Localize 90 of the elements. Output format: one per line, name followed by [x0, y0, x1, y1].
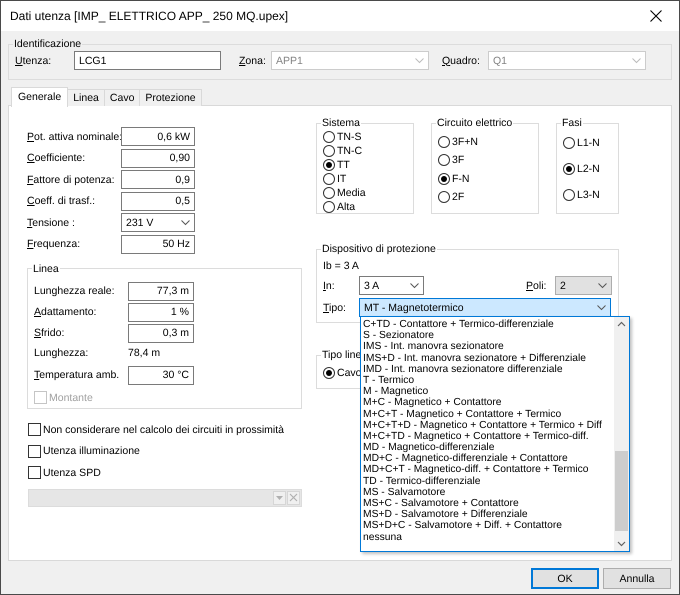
dropdown-option[interactable]: C+TD - Contattore + Termico-differenziale	[363, 319, 614, 330]
dropdown-option[interactable]: M+C+T - Magnetico + Contattore + Termico	[363, 408, 614, 420]
dropdown[interactable]: 2	[555, 276, 612, 295]
input-field[interactable]: 1 %	[128, 302, 194, 322]
chevron-down-icon	[415, 58, 424, 64]
scrollbar[interactable]	[614, 317, 629, 551]
field-label: Tipo:	[323, 302, 346, 314]
dropdown-option[interactable]: MD+C - Magnetico-differenziale + Contattore	[363, 453, 614, 464]
radio-button[interactable]: L3-N	[563, 188, 600, 202]
field-label: Quadro:	[442, 54, 480, 66]
group-title: Fasi	[561, 117, 583, 129]
field-label: Pot. attiva nominale:	[27, 130, 122, 142]
dropdown[interactable]: MT - Magnetotermico	[359, 298, 611, 317]
field-label: Utenza:	[15, 54, 52, 66]
checkbox[interactable]: Utenza illuminazione	[28, 444, 140, 458]
radio-button[interactable]: TN-S	[323, 130, 362, 144]
dropdown-option[interactable]: S - Sezionatore	[363, 330, 614, 342]
dropdown-option[interactable]: M - Magnetico	[363, 386, 614, 398]
tab[interactable]: Cavo	[104, 89, 140, 106]
group-title: Circuito elettrico	[436, 117, 514, 129]
input-field[interactable]: 0,3 m	[128, 324, 194, 343]
input-field[interactable]: 0,9	[121, 170, 195, 190]
input-field[interactable]: 0,90	[121, 148, 195, 168]
radio-button[interactable]: IT	[323, 172, 346, 186]
tab[interactable]: Generale	[11, 87, 68, 107]
tab[interactable]: Protezione	[139, 89, 202, 106]
chevron-down-icon	[632, 58, 641, 64]
input-field[interactable]: 30 °C	[128, 366, 194, 385]
radio-button[interactable]: Media	[323, 186, 366, 200]
field-label: In:	[323, 280, 335, 292]
dropdown-option[interactable]: IMS+D - Int. manovra sezionatore + Differenziale	[363, 352, 614, 364]
dialog-button[interactable]: Annulla	[603, 568, 671, 589]
tab[interactable]: Linea	[67, 89, 105, 106]
input-field[interactable]: 0,6 kW	[121, 127, 195, 146]
dropdown[interactable]: 3 A	[359, 276, 424, 295]
input-field[interactable]: 50 Hz	[121, 234, 195, 254]
dropdown-option[interactable]: M+C - Magnetico + Contattore	[363, 397, 614, 408]
dropdown-option[interactable]: MS - Salvamotore	[363, 486, 614, 498]
dropdown-option[interactable]: IMS - Int. manovra sezionatore	[363, 341, 614, 353]
group-title: Sistema	[321, 117, 361, 129]
radio-button[interactable]: Alta	[323, 200, 356, 214]
radio-button[interactable]: 3F	[438, 153, 464, 168]
field-label: Poli:	[526, 280, 546, 292]
radio-button[interactable]: 3F+N	[438, 135, 478, 149]
dropdown-option[interactable]: M+C+TD - Magnetico + Contattore + Termico-diff.	[363, 430, 614, 442]
dropdown-option[interactable]: IMD - Int. manovra sezionatore differenziale	[363, 364, 614, 375]
radio-button[interactable]: TN-C	[323, 144, 362, 158]
group-title: Dispositivo di protezione	[321, 243, 437, 255]
dropdown-option[interactable]: MS+D+C - Salvamotore + Diff. + Contattore	[363, 520, 614, 532]
field-label: Tensione :	[27, 216, 75, 229]
field-label: Temperatura amb.	[34, 369, 120, 382]
close-icon[interactable]	[650, 10, 662, 22]
input-field[interactable]: 77,3 m	[128, 282, 194, 301]
field-label: Fattore di potenza:	[27, 174, 115, 186]
radio-button[interactable]: L1-N	[563, 136, 600, 150]
input-field[interactable]: LCG1	[74, 51, 221, 70]
dropdown-option[interactable]: MD+C+T - Magnetico-diff. + Contattore + Termico	[363, 464, 614, 476]
radio-button[interactable]: 2F	[438, 190, 464, 204]
dropdown-option[interactable]: nessuna	[363, 532, 614, 543]
radio-button[interactable]: F-N	[438, 172, 470, 186]
field-label: Coefficiente:	[27, 152, 86, 164]
dialog-button[interactable]: OK	[531, 568, 599, 589]
dropdown-option[interactable]: M+C+T+D - Magnetico + Contattore + Termico + Diff	[363, 420, 614, 431]
group-title: Identificazione	[13, 38, 82, 50]
window-title: Dati utenza [IMP_ ELETTRICO APP_ 250 MQ.upex]	[10, 9, 290, 23]
dropdown-option[interactable]: MS+D - Salvamotore + Differenziale	[363, 509, 614, 520]
dropdown-option[interactable]: T - Termico	[363, 374, 614, 386]
chevron-down-icon	[181, 220, 190, 226]
chevron-down-icon	[597, 304, 606, 310]
field-value: 78,4 m	[128, 346, 160, 359]
field-label: Lunghezza reale:	[34, 285, 115, 298]
checkbox[interactable]: Utenza SPD	[28, 466, 101, 480]
input-field[interactable]: 0,5	[121, 192, 195, 211]
field-label: Lunghezza:	[34, 346, 88, 359]
dropdown-option[interactable]: MD - Magnetico-differenziale	[363, 442, 614, 454]
field-label: Sfrido:	[34, 327, 64, 340]
current-readout: Ib = 3 A	[323, 260, 360, 272]
field-label: Zona:	[239, 54, 266, 66]
dropdown-option[interactable]: MS+C - Salvamotore + Contattore	[363, 498, 614, 510]
dropdown-option[interactable]: TD - Termico-differenziale	[363, 476, 614, 487]
checkbox[interactable]: Non considerare nel calcolo dei circuiti in prossimità	[28, 422, 284, 437]
chevron-down-icon	[410, 282, 419, 288]
field-label: Frequenza:	[27, 238, 80, 250]
group-title: Linea	[32, 262, 60, 275]
radio-button[interactable]: TT	[323, 158, 350, 172]
chevron-down-icon	[598, 282, 607, 288]
radio-button[interactable]: L2-N	[563, 162, 600, 176]
dropdown[interactable]: 231 V	[121, 213, 195, 232]
field-label: Coeff. di trasf.:	[27, 195, 96, 208]
field-label: Adattamento:	[34, 306, 96, 318]
